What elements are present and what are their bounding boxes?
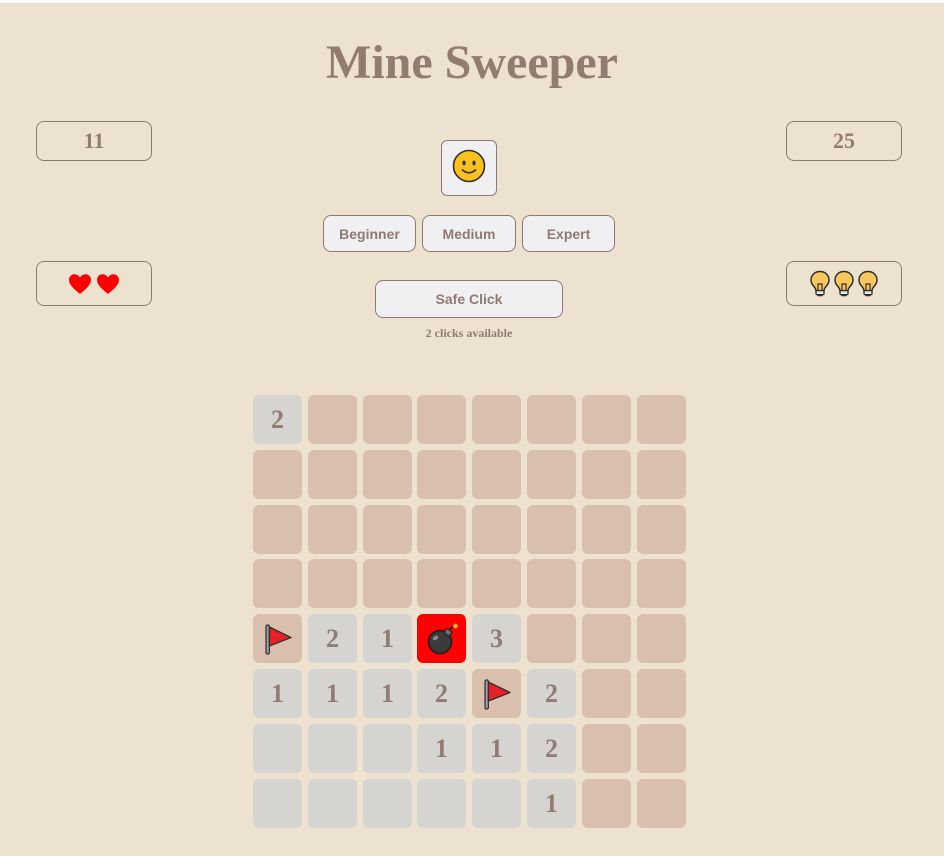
- board-cell-empty[interactable]: [253, 779, 302, 828]
- cell-number: 2: [326, 623, 339, 653]
- flag-icon: [261, 622, 295, 656]
- board-cell-hidden[interactable]: [363, 559, 412, 608]
- board-cell-number[interactable]: 2: [527, 669, 576, 718]
- lightbulb-icon[interactable]: [809, 270, 831, 298]
- lightbulb-icon[interactable]: [857, 270, 879, 298]
- board-cell-hidden[interactable]: [308, 505, 357, 554]
- cell-number: 2: [545, 733, 558, 763]
- board-cell-hidden[interactable]: [527, 559, 576, 608]
- timer-display: 25: [786, 121, 902, 161]
- board-cell-hidden[interactable]: [253, 505, 302, 554]
- reset-smiley-button[interactable]: [441, 140, 497, 196]
- cell-number: 1: [490, 733, 503, 763]
- board-cell-hidden[interactable]: [637, 505, 686, 554]
- game-board: 2 2 1 3 1 1 1 2 2 1 1 2 1: [253, 395, 686, 828]
- board-cell-hidden[interactable]: [582, 669, 631, 718]
- board-cell-empty[interactable]: [472, 779, 521, 828]
- board-cell-empty[interactable]: [417, 779, 466, 828]
- board-cell-hidden[interactable]: [417, 505, 466, 554]
- board-cell-number[interactable]: 2: [308, 614, 357, 663]
- cell-number: 2: [545, 678, 558, 708]
- board-cell-number[interactable]: 1: [363, 669, 412, 718]
- smiley-face-icon: [452, 149, 486, 188]
- board-cell-hidden[interactable]: [417, 395, 466, 444]
- board-cell-hidden[interactable]: [472, 505, 521, 554]
- board-cell-hidden[interactable]: [637, 559, 686, 608]
- lives-display: [36, 261, 152, 306]
- cell-number: 3: [490, 623, 503, 653]
- flag-icon: [480, 677, 514, 711]
- board-cell-hidden[interactable]: [472, 395, 521, 444]
- cell-number: 1: [381, 678, 394, 708]
- board-cell-hidden[interactable]: [637, 614, 686, 663]
- board-cell-hidden[interactable]: [637, 395, 686, 444]
- board-cell-hidden[interactable]: [417, 559, 466, 608]
- safe-clicks-remaining: 2 clicks available: [425, 326, 513, 340]
- cell-number: 1: [381, 623, 394, 653]
- board-cell-mine[interactable]: [417, 614, 466, 663]
- board-cell-number[interactable]: 1: [527, 779, 576, 828]
- board-cell-hidden[interactable]: [637, 779, 686, 828]
- hints-display: [786, 261, 902, 306]
- board-cell-hidden[interactable]: [417, 450, 466, 499]
- board-cell-hidden[interactable]: [472, 450, 521, 499]
- mines-counter: 11: [36, 121, 152, 161]
- board-cell-hidden[interactable]: [582, 614, 631, 663]
- board-cell-number[interactable]: 3: [472, 614, 521, 663]
- board-cell-number[interactable]: 1: [308, 669, 357, 718]
- safe-click-button[interactable]: Safe Click: [375, 280, 563, 318]
- board-cell-hidden[interactable]: [527, 450, 576, 499]
- board-cell-hidden[interactable]: [363, 450, 412, 499]
- board-cell-hidden[interactable]: [363, 505, 412, 554]
- bomb-icon: [424, 621, 460, 657]
- board-cell-hidden[interactable]: [253, 450, 302, 499]
- cell-number: 1: [435, 733, 448, 763]
- board-cell-hidden[interactable]: [637, 724, 686, 773]
- difficulty-beginner-button[interactable]: Beginner: [323, 215, 416, 252]
- board-cell-empty[interactable]: [363, 779, 412, 828]
- board-cell-hidden[interactable]: [527, 395, 576, 444]
- top-border: [0, 0, 944, 3]
- board-cell-number[interactable]: 1: [253, 669, 302, 718]
- board-cell-hidden[interactable]: [582, 779, 631, 828]
- board-cell-hidden[interactable]: [308, 395, 357, 444]
- board-cell-flagged[interactable]: [253, 614, 302, 663]
- board-cell-hidden[interactable]: [308, 559, 357, 608]
- board-cell-hidden[interactable]: [637, 450, 686, 499]
- board-cell-number[interactable]: 2: [417, 669, 466, 718]
- board-cell-hidden[interactable]: [308, 450, 357, 499]
- board-cell-hidden[interactable]: [527, 614, 576, 663]
- heart-icon: [96, 273, 120, 295]
- board-cell-number[interactable]: 1: [363, 614, 412, 663]
- page-title: Mine Sweeper: [326, 36, 618, 89]
- board-cell-hidden[interactable]: [582, 505, 631, 554]
- board-cell-hidden[interactable]: [253, 559, 302, 608]
- difficulty-medium-button[interactable]: Medium: [422, 215, 516, 252]
- board-cell-empty[interactable]: [363, 724, 412, 773]
- heart-icon: [68, 273, 92, 295]
- lightbulb-icon[interactable]: [833, 270, 855, 298]
- board-cell-hidden[interactable]: [527, 505, 576, 554]
- board-cell-hidden[interactable]: [582, 724, 631, 773]
- board-cell-empty[interactable]: [308, 724, 357, 773]
- board-cell-hidden[interactable]: [582, 559, 631, 608]
- board-cell-number[interactable]: 1: [472, 724, 521, 773]
- difficulty-expert-button[interactable]: Expert: [522, 215, 615, 252]
- board-cell-hidden[interactable]: [472, 559, 521, 608]
- board-cell-hidden[interactable]: [582, 450, 631, 499]
- board-cell-number[interactable]: 1: [417, 724, 466, 773]
- board-cell-number[interactable]: 2: [527, 724, 576, 773]
- board-cell-flagged[interactable]: [472, 669, 521, 718]
- cell-number: 2: [271, 404, 284, 434]
- board-cell-empty[interactable]: [308, 779, 357, 828]
- cell-number: 1: [545, 788, 558, 818]
- cell-number: 1: [326, 678, 339, 708]
- board-cell-hidden[interactable]: [363, 395, 412, 444]
- cell-number: 2: [435, 678, 448, 708]
- board-cell-number[interactable]: 2: [253, 395, 302, 444]
- board-cell-hidden[interactable]: [582, 395, 631, 444]
- board-cell-hidden[interactable]: [637, 669, 686, 718]
- board-cell-empty[interactable]: [253, 724, 302, 773]
- cell-number: 1: [271, 678, 284, 708]
